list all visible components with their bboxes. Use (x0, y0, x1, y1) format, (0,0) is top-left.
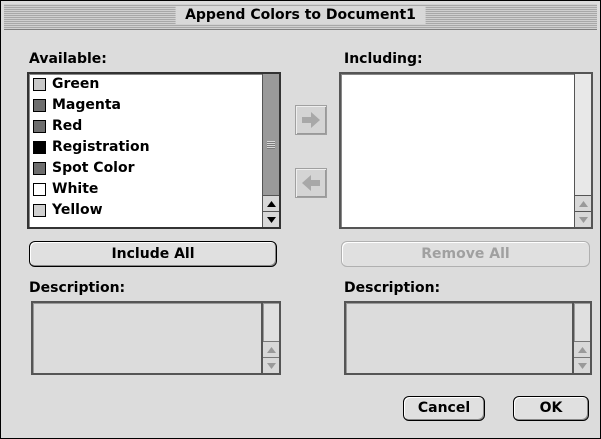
available-list[interactable]: Green Magenta Red Registration Spot Color Whi… (27, 72, 281, 229)
scroll-down-button[interactable] (575, 211, 591, 227)
color-name: White (52, 181, 99, 197)
including-description-box (344, 301, 574, 375)
available-description-label: Description: (29, 280, 126, 296)
including-label: Including: (344, 51, 423, 67)
list-item[interactable]: Green (29, 74, 261, 95)
color-swatch (33, 141, 46, 154)
available-description-box (31, 301, 263, 375)
color-swatch (33, 204, 46, 217)
scroll-up-button[interactable] (575, 195, 591, 211)
thumb-grip (267, 141, 275, 149)
including-scrollbar[interactable] (574, 74, 591, 227)
list-item[interactable]: Yellow (29, 200, 261, 221)
color-swatch (33, 99, 46, 112)
including-description-scrollbar[interactable] (572, 301, 592, 375)
scroll-up-button[interactable] (263, 195, 279, 211)
available-description-scrollbar[interactable] (261, 301, 281, 375)
list-item[interactable]: Red (29, 116, 261, 137)
including-description-label: Description: (344, 280, 441, 296)
color-name: Green (52, 76, 100, 92)
available-scrollbar[interactable] (262, 74, 279, 227)
color-name: Red (52, 118, 83, 134)
window-title: Append Colors to Document1 (175, 6, 426, 24)
scroll-down-button[interactable] (263, 357, 279, 373)
color-name: Spot Color (52, 160, 135, 176)
including-items (341, 74, 573, 227)
list-item[interactable]: Magenta (29, 95, 261, 116)
chevron-down-icon (577, 362, 587, 369)
chevron-up-icon (266, 200, 276, 207)
color-swatch (33, 183, 46, 196)
available-items: Green Magenta Red Registration Spot Color Whi… (29, 74, 261, 227)
color-swatch (33, 162, 46, 175)
chevron-up-icon (577, 346, 587, 353)
scroll-up-button[interactable] (263, 341, 279, 357)
chevron-down-icon (266, 362, 276, 369)
add-to-including-button[interactable] (295, 105, 327, 135)
scroll-down-button[interactable] (574, 357, 590, 373)
chevron-up-icon (578, 200, 588, 207)
scroll-thumb[interactable] (264, 75, 278, 190)
scroll-down-button[interactable] (263, 211, 279, 227)
remove-all-button[interactable]: Remove All (341, 241, 590, 267)
including-list[interactable] (339, 72, 593, 229)
color-name: Yellow (52, 202, 103, 218)
chevron-down-icon (266, 216, 276, 223)
list-item[interactable]: White (29, 179, 261, 200)
color-swatch (33, 78, 46, 91)
append-colors-dialog: Append Colors to Document1 Available: Gr… (0, 0, 601, 439)
color-swatch (33, 120, 46, 133)
available-label: Available: (29, 51, 107, 67)
include-all-button[interactable]: Include All (29, 241, 277, 267)
list-item[interactable]: Registration (29, 137, 261, 158)
scroll-up-button[interactable] (574, 341, 590, 357)
arrow-left-icon (302, 175, 320, 191)
cancel-button[interactable]: Cancel (403, 396, 485, 421)
arrow-right-icon (302, 112, 320, 128)
color-name: Registration (52, 139, 150, 155)
list-item[interactable]: Spot Color (29, 158, 261, 179)
color-name: Magenta (52, 97, 122, 113)
chevron-up-icon (266, 346, 276, 353)
remove-from-including-button[interactable] (295, 168, 327, 198)
chevron-down-icon (578, 216, 588, 223)
ok-button[interactable]: OK (513, 396, 589, 421)
title-bar[interactable]: Append Colors to Document1 (4, 4, 597, 30)
